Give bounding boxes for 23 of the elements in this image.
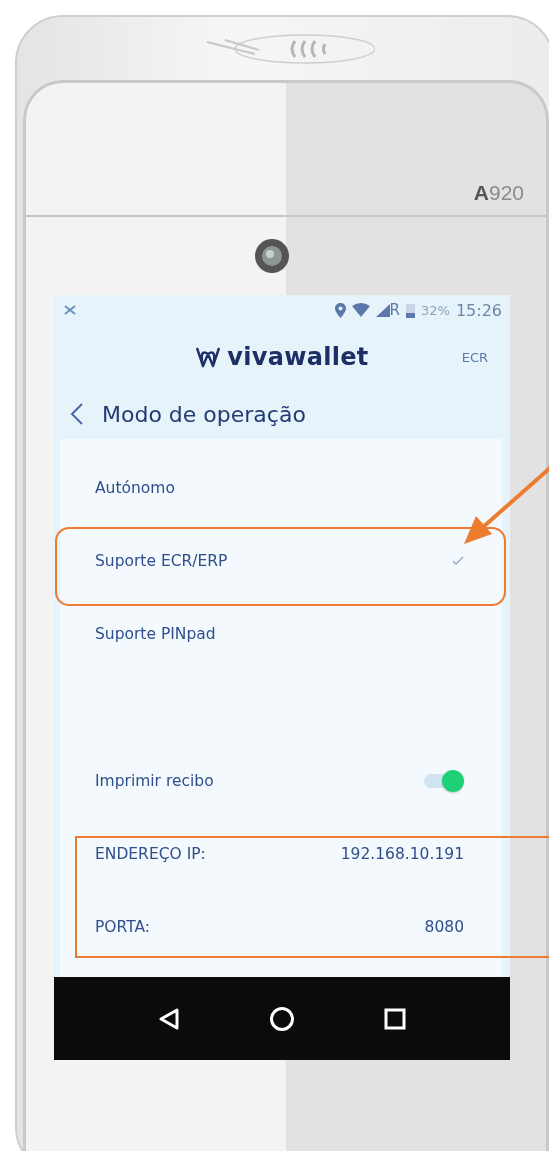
signal-icon [375,303,390,317]
location-icon [334,302,346,318]
toggle-switch[interactable] [424,769,464,792]
brand-logo: vivawallet [227,343,369,371]
setting-label: Imprimir recibo [95,771,214,790]
page-title: Modo de operação [102,401,306,427]
camera-lens-icon [254,238,290,274]
field-label: ENDEREÇO IP: [95,844,206,863]
mode-option[interactable]: Suporte ECR/ERP [60,524,502,597]
clock-time: 15:26 [455,300,502,320]
notification-icon [64,305,76,315]
logo-icon [195,346,222,368]
mode-option[interactable]: Suporte PINpad [60,597,502,670]
battery-icon [406,302,415,318]
mode-label: ECR [461,349,488,365]
field-value: 192.168.10.191 [340,844,464,863]
battery-level: 32% [421,302,450,318]
field-value: 8080 [424,917,464,936]
wifi-icon [351,303,370,317]
field-label: PORTA: [95,917,150,936]
mode-option[interactable]: Autónomo [60,451,502,524]
network-type: R [389,301,400,319]
model-label: A920 [473,181,524,205]
